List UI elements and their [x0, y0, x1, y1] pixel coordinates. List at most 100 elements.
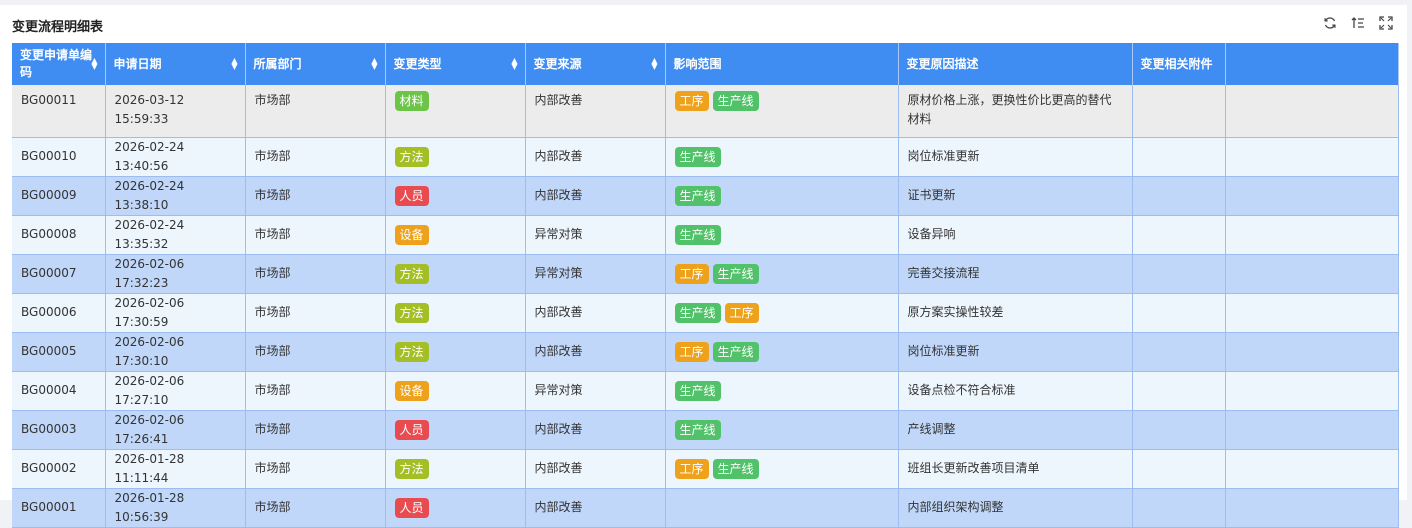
cell-scope: 生产线	[665, 371, 899, 411]
cell-date: 2026-02-06 17:30:10	[105, 332, 246, 372]
cell-type: 设备	[385, 371, 526, 411]
table-row[interactable]: BG00001 2026-01-28 10:56:39 市场部 人员 内部改善 内部组织架…	[12, 488, 1399, 528]
cell-attachment	[1132, 332, 1226, 372]
cell-date: 2026-02-06 17:26:41	[105, 410, 246, 450]
cell-empty	[1225, 371, 1399, 411]
type-tag: 设备	[394, 380, 429, 401]
sort-lines-icon[interactable]	[1351, 16, 1365, 30]
report-panel: 变更流程明细表 变更申请单编码 ▲ ▼ 申请日期 ▲ ▼ 所属部门 ▲ ▼ 变更类型 ▲ ▼ 变…	[0, 5, 1407, 528]
column-header[interactable]: 申请日期 ▲ ▼	[105, 43, 246, 85]
column-header[interactable]: 变更申请单编码 ▲ ▼	[12, 43, 106, 85]
scope-tag: 工序	[674, 91, 709, 111]
cell-date: 2026-02-06 17:27:10	[105, 371, 246, 411]
cell-code: BG00010	[12, 137, 106, 177]
table-row[interactable]: BG00005 2026-02-06 17:30:10 市场部 方法 内部改善 工序 生产线…	[12, 332, 1399, 372]
column-header	[1225, 43, 1399, 85]
cell-empty	[1225, 293, 1399, 333]
sort-icon[interactable]: ▲ ▼	[651, 57, 657, 71]
cell-source: 内部改善	[525, 410, 666, 450]
cell-reason: 设备点检不符合标准	[898, 371, 1133, 411]
cell-scope	[665, 488, 899, 528]
table-row[interactable]: BG00011 2026-03-12 15:59:33 市场部 材料 内部改善 工序 生产线…	[12, 85, 1399, 138]
cell-scope: 工序 生产线	[665, 254, 899, 294]
page-title: 变更流程明细表	[12, 20, 104, 35]
cell-dept: 市场部	[245, 449, 386, 489]
cell-reason: 内部组织架构调整	[898, 488, 1133, 528]
table-row[interactable]: BG00003 2026-02-06 17:26:41 市场部 人员 内部改善 生产线 产线…	[12, 410, 1399, 450]
cell-reason: 产线调整	[898, 410, 1133, 450]
scope-tag: 工序	[674, 341, 709, 362]
cell-dept: 市场部	[245, 332, 386, 372]
scope-tag: 生产线	[674, 185, 721, 206]
table-row[interactable]: BG00009 2026-02-24 13:38:10 市场部 人员 内部改善 生产线 证书…	[12, 176, 1399, 216]
scope-tag: 工序	[674, 263, 709, 284]
cell-source: 异常对策	[525, 254, 666, 294]
cell-source: 内部改善	[525, 449, 666, 489]
table-row[interactable]: BG00010 2026-02-24 13:40:56 市场部 方法 内部改善 生产线 岗位…	[12, 137, 1399, 177]
cell-type: 人员	[385, 410, 526, 450]
scope-tag: 生产线	[674, 146, 721, 167]
table-row[interactable]: BG00002 2026-01-28 11:11:44 市场部 方法 内部改善 工序 生产线…	[12, 449, 1399, 489]
cell-source: 异常对策	[525, 371, 666, 411]
cell-reason: 岗位标准更新	[898, 137, 1133, 177]
cell-attachment	[1132, 215, 1226, 255]
cell-code: BG00006	[12, 293, 106, 333]
cell-type: 设备	[385, 215, 526, 255]
cell-attachment	[1132, 410, 1226, 450]
cell-date: 2026-02-24 13:38:10	[105, 176, 246, 216]
cell-dept: 市场部	[245, 85, 386, 138]
cell-code: BG00007	[12, 254, 106, 294]
cell-source: 内部改善	[525, 137, 666, 177]
column-header[interactable]: 变更来源 ▲ ▼	[525, 43, 666, 85]
type-tag: 人员	[394, 419, 429, 440]
column-header[interactable]: 变更类型 ▲ ▼	[385, 43, 526, 85]
fullscreen-icon[interactable]	[1379, 16, 1393, 30]
cell-code: BG00001	[12, 488, 106, 528]
cell-date: 2026-02-24 13:35:32	[105, 215, 246, 255]
scope-tag: 生产线	[674, 380, 721, 401]
cell-reason: 设备异响	[898, 215, 1133, 255]
cell-type: 方法	[385, 332, 526, 372]
cell-type: 材料	[385, 85, 526, 138]
scope-tag: 生产线	[712, 263, 759, 284]
cell-code: BG00009	[12, 176, 106, 216]
table-row[interactable]: BG00004 2026-02-06 17:27:10 市场部 设备 异常对策 生产线 设备…	[12, 371, 1399, 411]
type-tag: 方法	[394, 146, 429, 167]
cell-scope: 工序 生产线	[665, 449, 899, 489]
table-header-row: 变更申请单编码 ▲ ▼ 申请日期 ▲ ▼ 所属部门 ▲ ▼ 变更类型 ▲ ▼ 变更来源 ▲ ▼ 影响…	[12, 43, 1399, 85]
cell-empty	[1225, 85, 1399, 138]
cell-code: BG00004	[12, 371, 106, 411]
cell-code: BG00003	[12, 410, 106, 450]
cell-attachment	[1132, 137, 1226, 177]
cell-reason: 原方案实操性较差	[898, 293, 1133, 333]
cell-date: 2026-02-06 17:30:59	[105, 293, 246, 333]
table-row[interactable]: BG00008 2026-02-24 13:35:32 市场部 设备 异常对策 生产线 设备…	[12, 215, 1399, 255]
column-header: 变更原因描述	[898, 43, 1133, 85]
sort-icon[interactable]: ▲ ▼	[371, 57, 377, 71]
cell-empty	[1225, 254, 1399, 294]
refresh-icon[interactable]	[1323, 16, 1337, 30]
cell-type: 人员	[385, 488, 526, 528]
scope-tag: 生产线	[674, 302, 721, 323]
column-header[interactable]: 所属部门 ▲ ▼	[245, 43, 386, 85]
sort-icon[interactable]: ▲ ▼	[91, 57, 97, 71]
sort-icon[interactable]: ▲ ▼	[511, 57, 517, 71]
cell-type: 人员	[385, 176, 526, 216]
cell-scope: 工序 生产线	[665, 332, 899, 372]
type-tag: 方法	[394, 302, 429, 323]
sort-icon[interactable]: ▲ ▼	[231, 57, 237, 71]
cell-attachment	[1132, 371, 1226, 411]
cell-empty	[1225, 332, 1399, 372]
table-row[interactable]: BG00006 2026-02-06 17:30:59 市场部 方法 内部改善 生产线 工序…	[12, 293, 1399, 333]
cell-date: 2026-02-24 13:40:56	[105, 137, 246, 177]
cell-dept: 市场部	[245, 215, 386, 255]
cell-dept: 市场部	[245, 410, 386, 450]
cell-empty	[1225, 215, 1399, 255]
cell-attachment	[1132, 85, 1226, 138]
cell-source: 内部改善	[525, 293, 666, 333]
cell-scope: 生产线	[665, 137, 899, 177]
cell-date: 2026-01-28 10:56:39	[105, 488, 246, 528]
cell-attachment	[1132, 176, 1226, 216]
type-tag: 方法	[394, 458, 429, 479]
table-row[interactable]: BG00007 2026-02-06 17:32:23 市场部 方法 异常对策 工序 生产线…	[12, 254, 1399, 294]
